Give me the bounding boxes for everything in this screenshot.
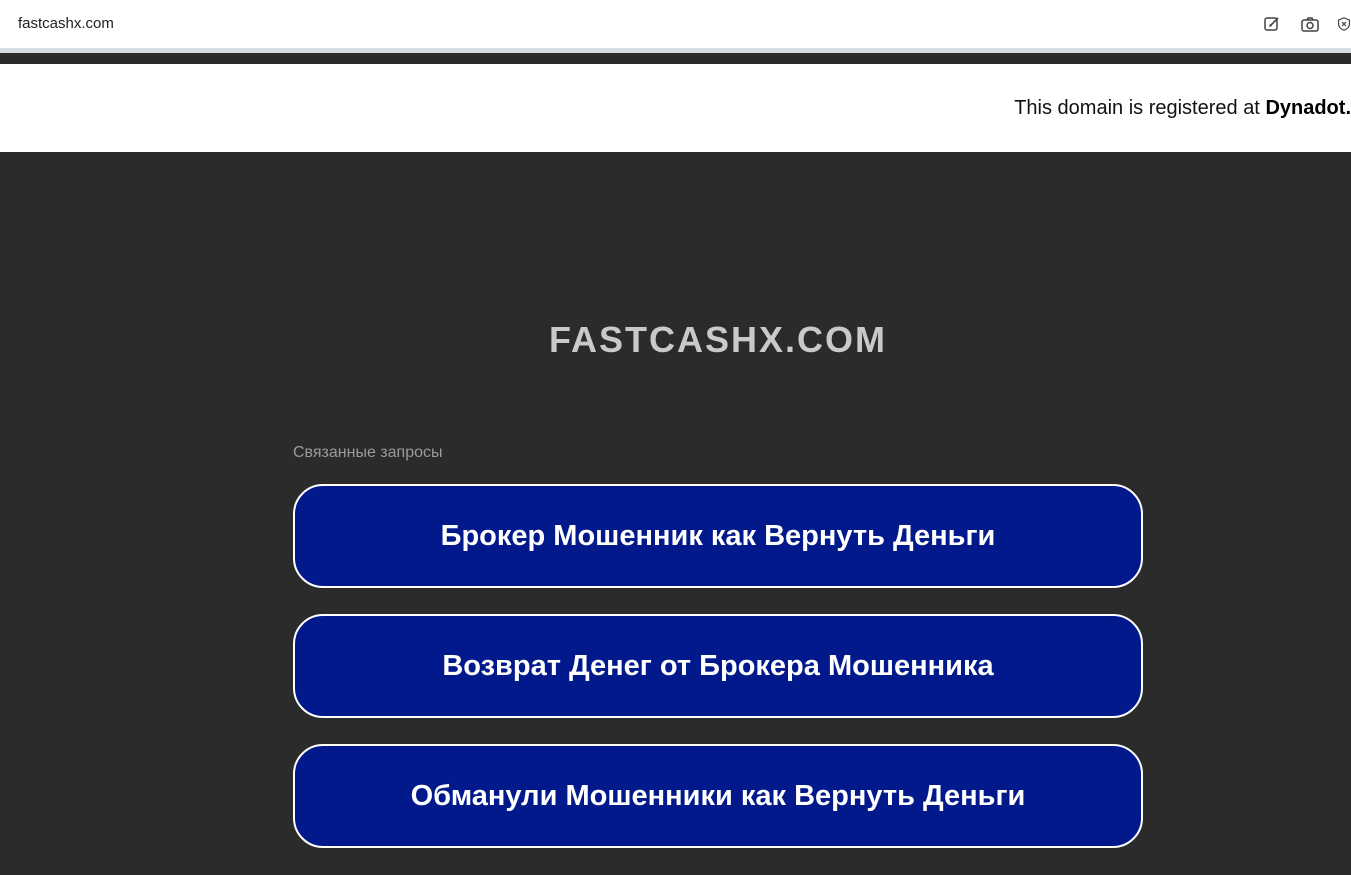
browser-address-bar: fastcashx.com — [0, 0, 1351, 48]
top-dark-strip — [0, 53, 1351, 64]
registration-banner: This domain is registered at Dynadot. — [0, 64, 1351, 152]
related-link-button[interactable]: Брокер Мошенник как Вернуть Деньги — [293, 484, 1143, 588]
parking-page-main: FASTCASHX.COM Связанные запросы Брокер М… — [0, 152, 1351, 875]
edit-icon[interactable] — [1261, 13, 1283, 35]
url-text[interactable]: fastcashx.com — [18, 15, 114, 32]
shield-close-icon[interactable] — [1337, 13, 1351, 35]
browser-toolbar-icons — [1261, 13, 1351, 35]
registrar-name[interactable]: Dynadot. — [1265, 97, 1351, 119]
registration-prefix: This domain is registered at — [1014, 97, 1266, 119]
related-link-button[interactable]: Возврат Денег от Брокера Мошенника — [293, 614, 1143, 718]
related-searches-label: Связанные запросы — [293, 444, 443, 461]
registration-text: This domain is registered at Dynadot. — [1014, 97, 1351, 120]
camera-icon[interactable] — [1299, 13, 1321, 35]
related-link-button[interactable]: Обманули Мошенники как Вернуть Деньги — [293, 744, 1143, 848]
site-title: FASTCASHX.COM — [548, 319, 887, 360]
